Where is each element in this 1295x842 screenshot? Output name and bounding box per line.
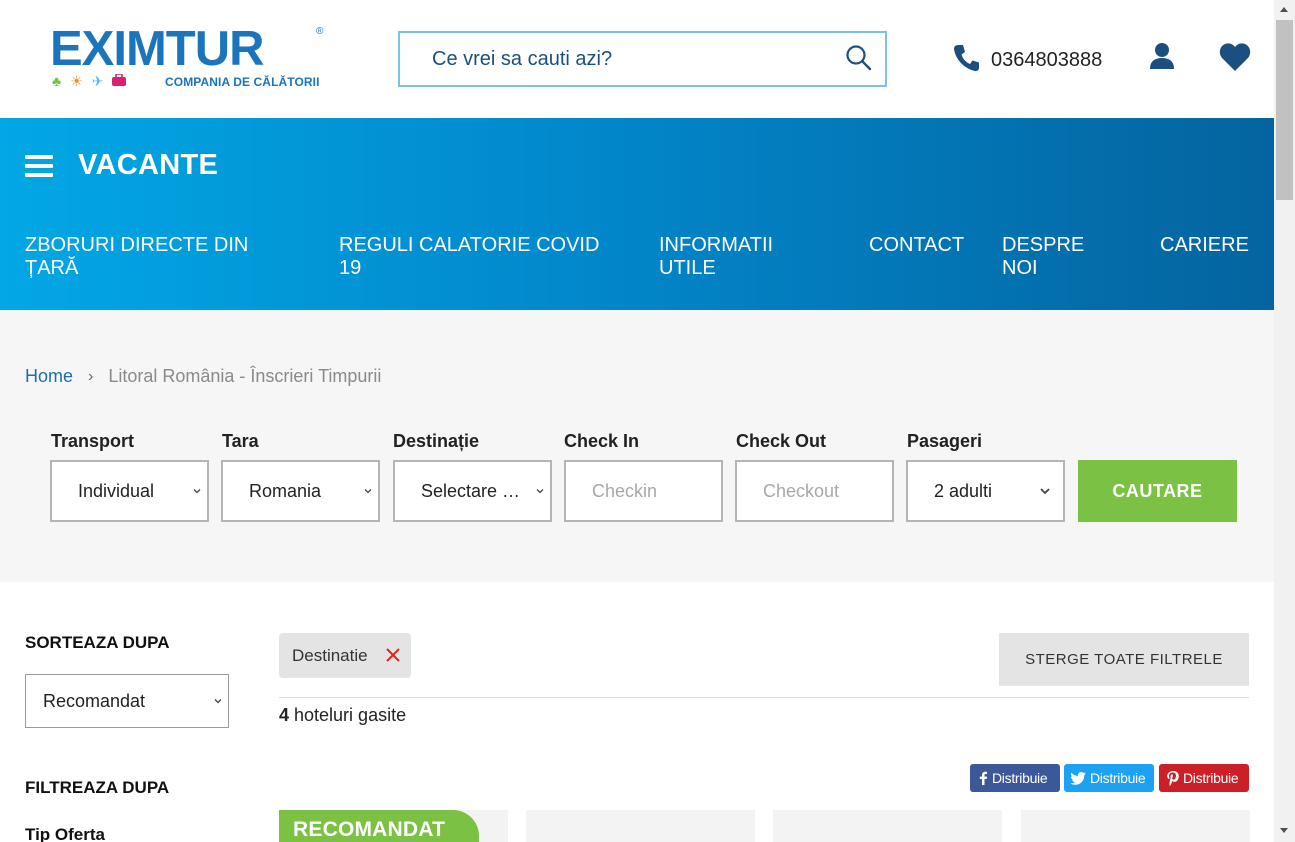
sort-title: SORTEAZA DUPA [25, 633, 170, 652]
page-scrollbar[interactable] [1274, 0, 1295, 842]
site-header: EXIMTUR ® ♣ ☀ ✈ COMPANIA DE CĂLĂTORII 03… [0, 0, 1274, 118]
close-icon[interactable] [383, 645, 403, 665]
vacante-menu-toggle[interactable]: VACANTE [25, 149, 218, 182]
hotel-card[interactable] [526, 810, 755, 842]
transport-select[interactable]: Individual [52, 462, 207, 520]
suitcase-icon [112, 73, 127, 88]
checkin-label: Check In [564, 431, 640, 451]
breadcrumb-separator: › [88, 367, 94, 385]
results-count-number: 4 [279, 705, 290, 725]
logo-tagline: COMPANIA DE CĂLĂTORII [165, 75, 320, 89]
sort-select[interactable]: Recomandat [26, 675, 228, 727]
transport-select-box: Individual [50, 460, 209, 522]
user-icon[interactable] [1148, 42, 1176, 70]
share-twitter-button[interactable]: Distribuie [1064, 764, 1154, 792]
logo-wordmark: EXIMTUR [50, 22, 264, 76]
destination-select-box: Selectare destinatie [393, 460, 552, 522]
results-count: 4 hoteluri gasite [279, 705, 406, 726]
hotel-card[interactable] [1021, 810, 1250, 842]
sun-icon: ☀ [70, 73, 83, 89]
checkout-box [735, 460, 894, 522]
nav-link-cariere[interactable]: CARIERE [1160, 234, 1260, 257]
search-input[interactable] [400, 33, 840, 85]
checkin-box [564, 460, 723, 522]
scroll-down-arrow-icon[interactable] [1280, 828, 1288, 833]
search-zone: Home › Litoral România - Înscrieri Timpu… [0, 310, 1274, 582]
breadcrumb: Home › Litoral România - Înscrieri Timpu… [25, 366, 381, 387]
twitter-icon [1070, 771, 1086, 785]
country-select[interactable]: Romania [223, 462, 378, 520]
phone-icon [953, 44, 979, 77]
share-facebook-button[interactable]: Distribuie [970, 764, 1060, 792]
eximtur-logo[interactable]: EXIMTUR ® ♣ ☀ ✈ COMPANIA DE CĂLĂTORII [50, 22, 330, 92]
hotel-card[interactable] [773, 810, 1002, 842]
hamburger-icon [25, 154, 53, 177]
share-pinterest-button[interactable]: Distribuie [1159, 764, 1249, 792]
share-twitter-label: Distribuie [1090, 770, 1146, 786]
pinterest-icon [1167, 770, 1179, 786]
search-icon[interactable] [845, 44, 873, 72]
main-navigation: VACANTE ZBORURI DIRECTE DIN ȚARĂ REGULI … [0, 118, 1274, 310]
menu-label: VACANTE [78, 149, 219, 181]
facebook-icon [979, 771, 987, 785]
scrollbar-thumb[interactable] [1276, 20, 1293, 200]
plane-icon: ✈ [91, 73, 104, 89]
passengers-select-box: 2 adulti [906, 460, 1065, 522]
logo-icons: ♣ ☀ ✈ [52, 73, 127, 89]
transport-label: Transport [51, 431, 135, 451]
nav-link-contact[interactable]: CONTACT [869, 234, 979, 257]
active-filter-label: Destinatie [292, 645, 368, 665]
country-label: Tara [222, 431, 259, 451]
nav-link-zboruri-directe[interactable]: ZBORURI DIRECTE DIN ȚARĂ [25, 234, 295, 280]
breadcrumb-current: Litoral România - Înscrieri Timpurii [108, 366, 382, 386]
results-count-label: hoteluri gasite [289, 705, 407, 725]
passengers-select[interactable]: 2 adulti [908, 462, 1063, 520]
checkin-input[interactable] [566, 462, 721, 520]
filter-title: FILTREAZA DUPA [25, 778, 170, 797]
phone-contact[interactable]: 0364803888 [953, 44, 1102, 77]
divider [279, 697, 1249, 698]
destination-label: Destinație [393, 431, 480, 451]
search-submit-button[interactable]: CAUTARE [1078, 460, 1237, 522]
search-box [398, 31, 887, 87]
heart-icon[interactable] [1219, 42, 1251, 72]
country-select-box: Romania [221, 460, 380, 522]
breadcrumb-home-link[interactable]: Home [25, 366, 73, 387]
nav-link-informatii-utile[interactable]: INFORMATII UTILE [659, 234, 829, 280]
nav-link-despre-noi[interactable]: DESPRE NOI [1002, 234, 1102, 280]
logo-registered-mark: ® [316, 26, 324, 37]
active-filter-chip: Destinatie [279, 633, 411, 678]
filter-group-tip-oferta[interactable]: Tip Oferta [25, 825, 105, 842]
recommended-badge: RECOMANDAT [279, 810, 479, 842]
share-facebook-label: Distribuie [992, 770, 1048, 786]
checkout-label: Check Out [736, 431, 827, 451]
clear-all-filters-button[interactable]: STERGE TOATE FILTRELE [999, 633, 1249, 686]
sort-select-box: Recomandat [25, 674, 229, 728]
scroll-up-arrow-icon[interactable] [1280, 7, 1288, 12]
tree-icon: ♣ [52, 73, 62, 89]
nav-link-reguli-covid[interactable]: REGULI CALATORIE COVID 19 [339, 234, 619, 280]
destination-select[interactable]: Selectare destinatie [395, 462, 550, 520]
checkout-input[interactable] [737, 462, 892, 520]
passengers-label: Pasageri [907, 431, 983, 451]
share-pinterest-label: Distribuie [1183, 770, 1239, 786]
phone-number[interactable]: 0364803888 [991, 49, 1102, 72]
